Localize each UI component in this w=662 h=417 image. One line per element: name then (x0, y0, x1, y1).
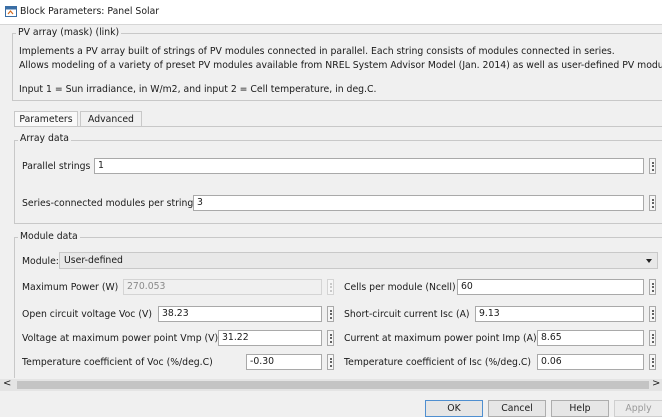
module-select[interactable]: User-defined (59, 252, 658, 269)
series-modules-input[interactable]: 3 (193, 195, 644, 211)
imp-options-icon[interactable] (649, 330, 656, 346)
description-line-1: Implements a PV array built of strings o… (19, 46, 615, 57)
mask-legend: PV array (mask) (link) (16, 27, 122, 38)
simulink-block-icon (5, 6, 17, 17)
vmp-options-icon[interactable] (327, 330, 334, 346)
ok-button[interactable]: OK (425, 400, 483, 417)
window-title: Block Parameters: Panel Solar (20, 6, 160, 17)
voc-input[interactable]: 38.23 (158, 306, 322, 322)
voc-options-icon[interactable] (327, 306, 334, 322)
scroll-right-icon[interactable]: > (652, 378, 660, 389)
temp-coeff-isc-options-icon[interactable] (649, 354, 656, 370)
module-select-value: User-defined (64, 255, 123, 266)
temp-coeff-isc-input[interactable]: 0.06 (537, 354, 644, 370)
module-label: Module: (22, 256, 59, 267)
max-power-input: 270.053 (123, 279, 322, 295)
series-modules-label: Series-connected modules per string (22, 198, 194, 209)
apply-button[interactable]: Apply (614, 400, 662, 417)
array-data-group (14, 140, 662, 224)
temp-coeff-voc-input[interactable]: -0.30 (246, 354, 322, 370)
parallel-strings-label: Parallel strings (22, 161, 91, 172)
description-line-2: Allows modeling of a variety of preset P… (19, 60, 662, 71)
cells-per-module-label: Cells per module (Ncell) (344, 282, 456, 293)
max-power-options-icon (327, 279, 334, 295)
scrollbar-thumb[interactable] (17, 381, 649, 389)
voc-label: Open circuit voltage Voc (V) (22, 309, 152, 320)
module-data-legend: Module data (18, 231, 80, 242)
temp-coeff-isc-label: Temperature coefficient of Isc (%/deg.C) (344, 357, 532, 368)
isc-input[interactable]: 9.13 (475, 306, 644, 322)
title-separator (0, 24, 662, 25)
parallel-strings-input[interactable]: 1 (94, 158, 644, 174)
temp-coeff-voc-label: Temperature coefficient of Voc (%/deg.C) (22, 357, 213, 368)
cancel-button[interactable]: Cancel (488, 400, 546, 417)
cells-per-module-options-icon[interactable] (649, 279, 656, 295)
vmp-label: Voltage at maximum power point Vmp (V) (22, 333, 219, 344)
parallel-strings-options-icon[interactable] (649, 158, 656, 174)
isc-label: Short-circuit current Isc (A) (344, 309, 470, 320)
isc-options-icon[interactable] (649, 306, 656, 322)
max-power-label: Maximum Power (W) (22, 282, 119, 293)
cells-per-module-input[interactable]: 60 (457, 279, 644, 295)
series-modules-options-icon[interactable] (649, 195, 656, 211)
description-line-3: Input 1 = Sun irradiance, in W/m2, and i… (19, 84, 377, 95)
vmp-input[interactable]: 31.22 (218, 330, 322, 346)
tab-advanced[interactable]: Advanced (80, 111, 142, 127)
chevron-down-icon (646, 259, 652, 263)
imp-label: Current at maximum power point Imp (A) (344, 333, 537, 344)
array-data-legend: Array data (18, 133, 71, 144)
tab-parameters[interactable]: Parameters (14, 111, 78, 127)
scroll-left-icon[interactable]: < (3, 378, 11, 389)
title-bar: Block Parameters: Panel Solar (0, 0, 662, 24)
imp-input[interactable]: 8.65 (537, 330, 644, 346)
temp-coeff-voc-options-icon[interactable] (327, 354, 334, 370)
help-button[interactable]: Help (551, 400, 609, 417)
